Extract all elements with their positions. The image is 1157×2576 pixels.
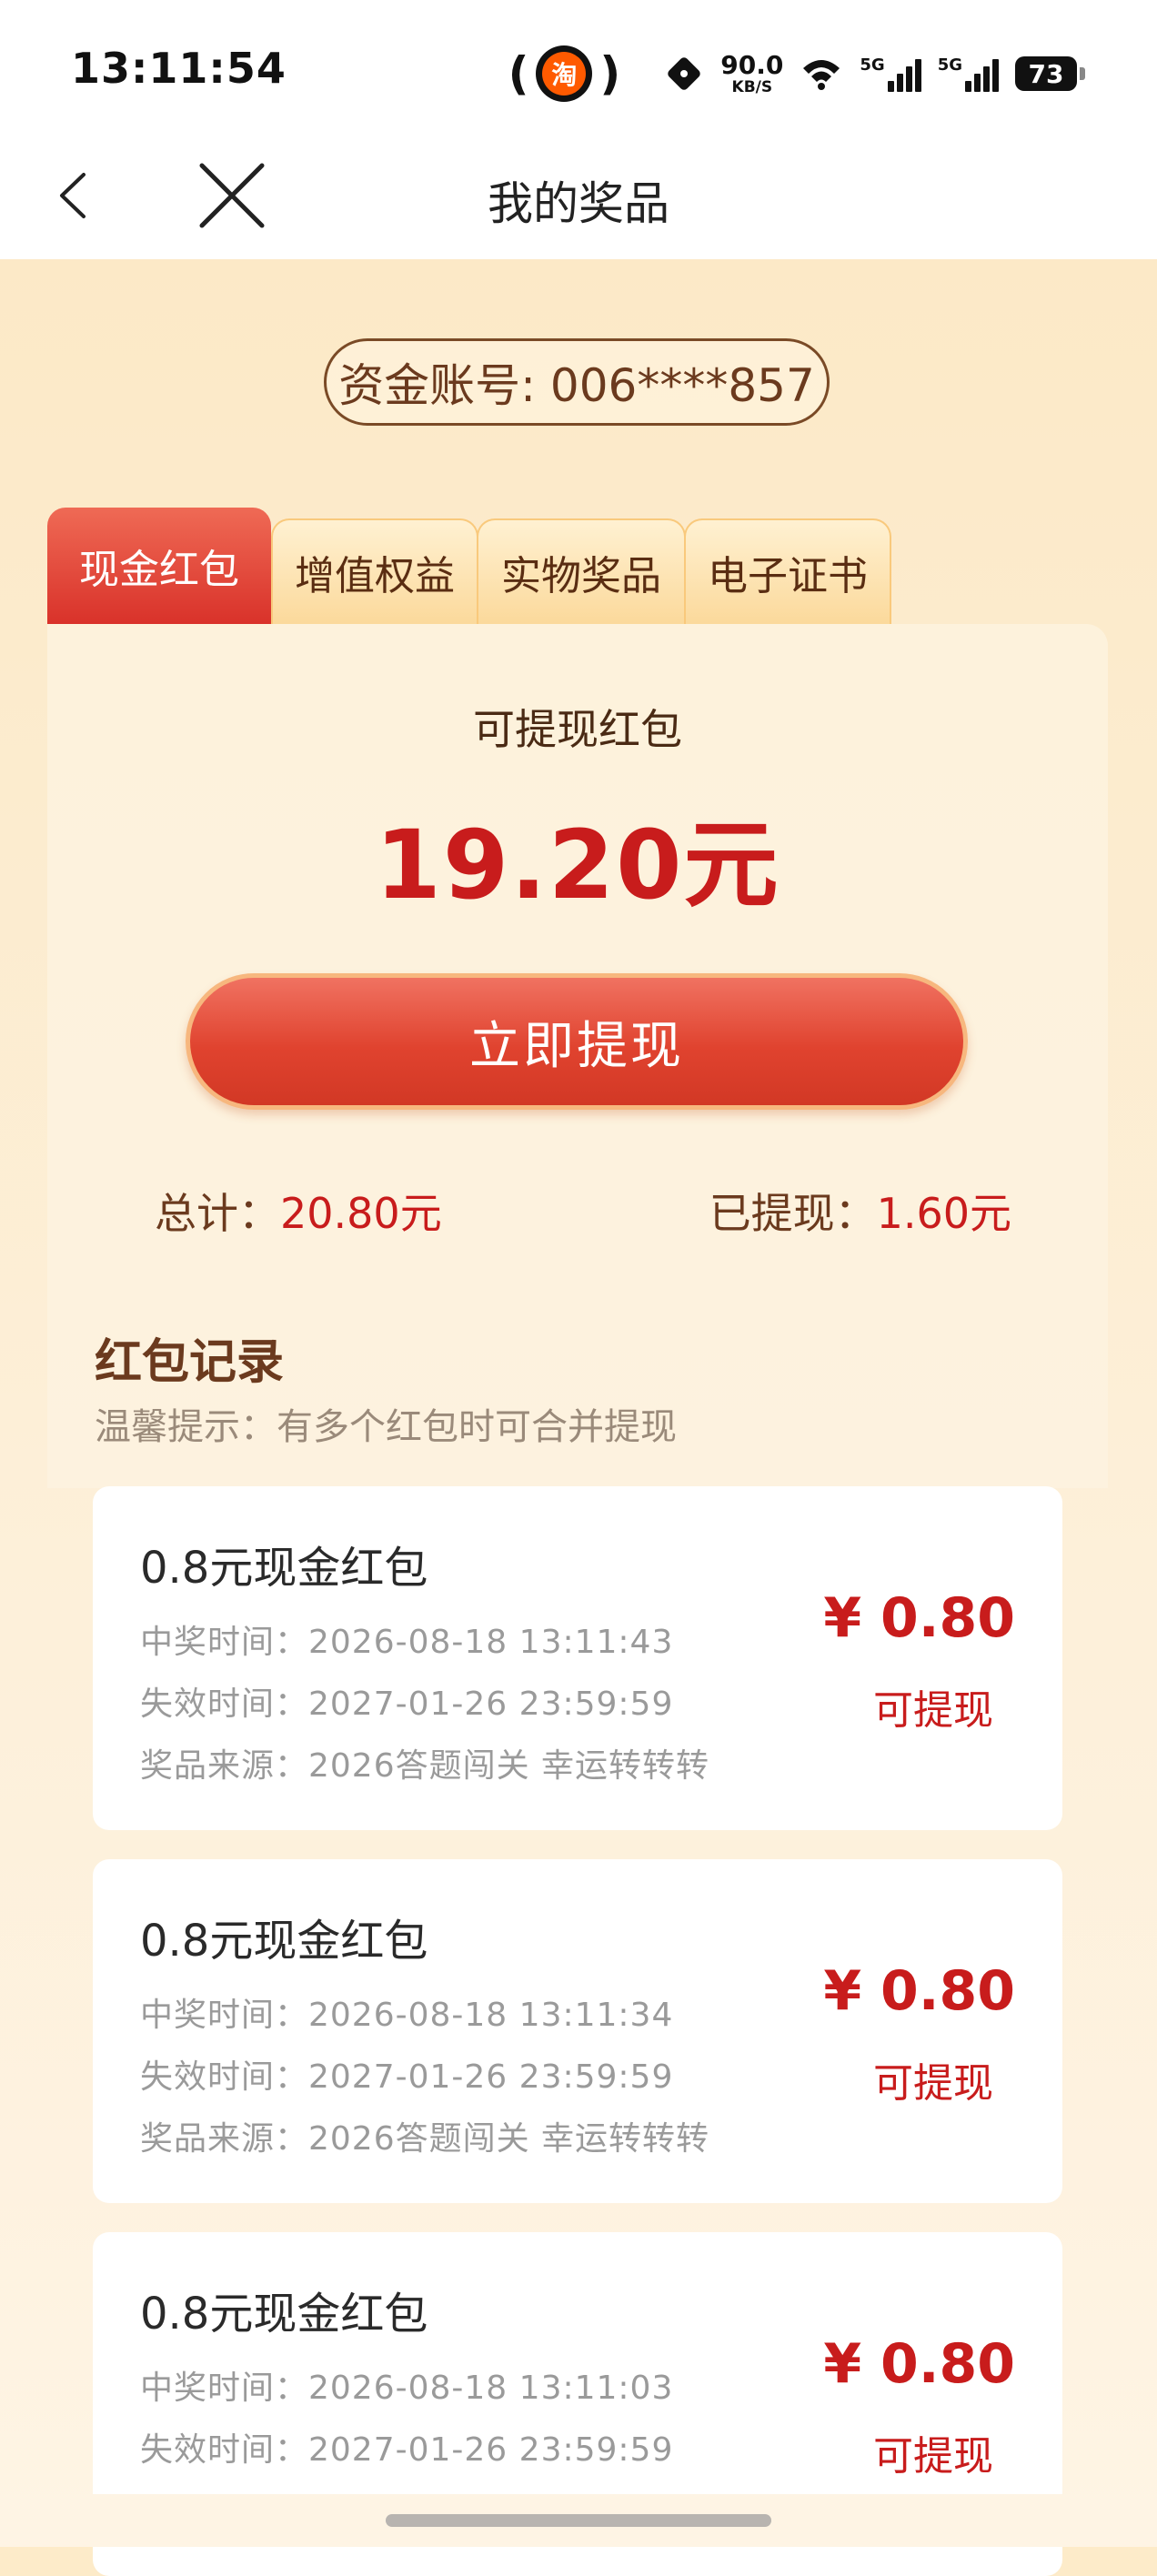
taobao-notification-icon: ( 淘 ) bbox=[508, 45, 621, 102]
total-summary: 总计：20.80元 bbox=[155, 1189, 442, 1238]
record-source: 奖品来源：2026答题闯关 幸运转转转 bbox=[140, 1747, 710, 1785]
status-bar: 13:11:54 ( 淘 ) 90.0 KB/S 5G 5G 73 bbox=[0, 0, 1157, 136]
withdrawn-value: 1.60元 bbox=[876, 1189, 1011, 1238]
signal-icon-sim1: 5G bbox=[860, 55, 921, 92]
records-tip: 温馨提示：有多个红包时可合并提现 bbox=[95, 1406, 677, 1448]
withdrawable-label: 可提现红包 bbox=[473, 705, 682, 754]
status-time: 13:11:54 bbox=[71, 44, 287, 93]
record-title: 0.8元现金红包 bbox=[140, 1543, 428, 1594]
record-win-time: 中奖时间：2026-08-18 13:11:03 bbox=[140, 2370, 674, 2407]
record-expire-time: 失效时间：2027-01-26 23:59:59 bbox=[140, 2058, 674, 2096]
signal-icon-sim2: 5G bbox=[938, 55, 999, 92]
tab-cash-red-packet[interactable]: 现金红包 bbox=[47, 508, 271, 624]
withdrawn-summary: 已提现：1.60元 bbox=[709, 1189, 1011, 1238]
wifi-icon bbox=[803, 60, 840, 90]
tab-value-added-benefits[interactable]: 增值权益 bbox=[271, 518, 478, 624]
record-withdraw-status[interactable]: 可提现 bbox=[873, 2050, 993, 2108]
record-amount: ¥ 0.80 bbox=[823, 1959, 1015, 2023]
home-indicator[interactable] bbox=[386, 2514, 771, 2527]
record-amount: ¥ 0.80 bbox=[823, 1586, 1015, 1650]
tab-e-certificates[interactable]: 电子证书 bbox=[684, 518, 891, 624]
record-win-time: 中奖时间：2026-08-18 13:11:43 bbox=[140, 1624, 674, 1661]
withdrawable-amount: 19.20元 bbox=[375, 810, 780, 921]
record-win-time: 中奖时间：2026-08-18 13:11:34 bbox=[140, 1997, 674, 2034]
record-withdraw-status[interactable]: 可提现 bbox=[873, 1677, 993, 1736]
record-title: 0.8元现金红包 bbox=[140, 1916, 428, 1967]
nav-bar: 我的奖品 bbox=[0, 136, 1157, 259]
prize-tabs: 现金红包 增值权益 实物奖品 电子证书 bbox=[47, 508, 893, 624]
records-title: 红包记录 bbox=[95, 1335, 285, 1390]
total-value: 20.80元 bbox=[280, 1189, 442, 1238]
record-source: 奖品来源：2026答题闯关 幸运转转转 bbox=[140, 2120, 710, 2158]
record-amount: ¥ 0.80 bbox=[823, 2332, 1015, 2396]
net-speed: 90.0 KB/S bbox=[720, 49, 784, 96]
page-title: 我的奖品 bbox=[488, 177, 669, 230]
status-icons: ( 淘 ) 90.0 KB/S 5G 5G 73 bbox=[508, 42, 1085, 106]
tab-physical-prizes[interactable]: 实物奖品 bbox=[477, 518, 686, 624]
withdraw-now-button[interactable]: 立即提现 bbox=[186, 973, 968, 1110]
record-expire-time: 失效时间：2027-01-26 23:59:59 bbox=[140, 1685, 674, 1723]
record-title: 0.8元现金红包 bbox=[140, 2289, 428, 2340]
record-item[interactable]: 0.8元现金红包 中奖时间：2026-08-18 13:11:34 失效时间：2… bbox=[93, 1859, 1062, 2203]
record-item[interactable]: 0.8元现金红包 中奖时间：2026-08-18 13:11:43 失效时间：2… bbox=[93, 1486, 1062, 1830]
nfc-tag-icon bbox=[668, 57, 701, 90]
record-expire-time: 失效时间：2027-01-26 23:59:59 bbox=[140, 2431, 674, 2469]
record-withdraw-status[interactable]: 可提现 bbox=[873, 2423, 993, 2481]
fund-account-badge: 资金账号: 006****857 bbox=[324, 338, 830, 426]
battery-icon: 73 bbox=[1015, 56, 1085, 91]
